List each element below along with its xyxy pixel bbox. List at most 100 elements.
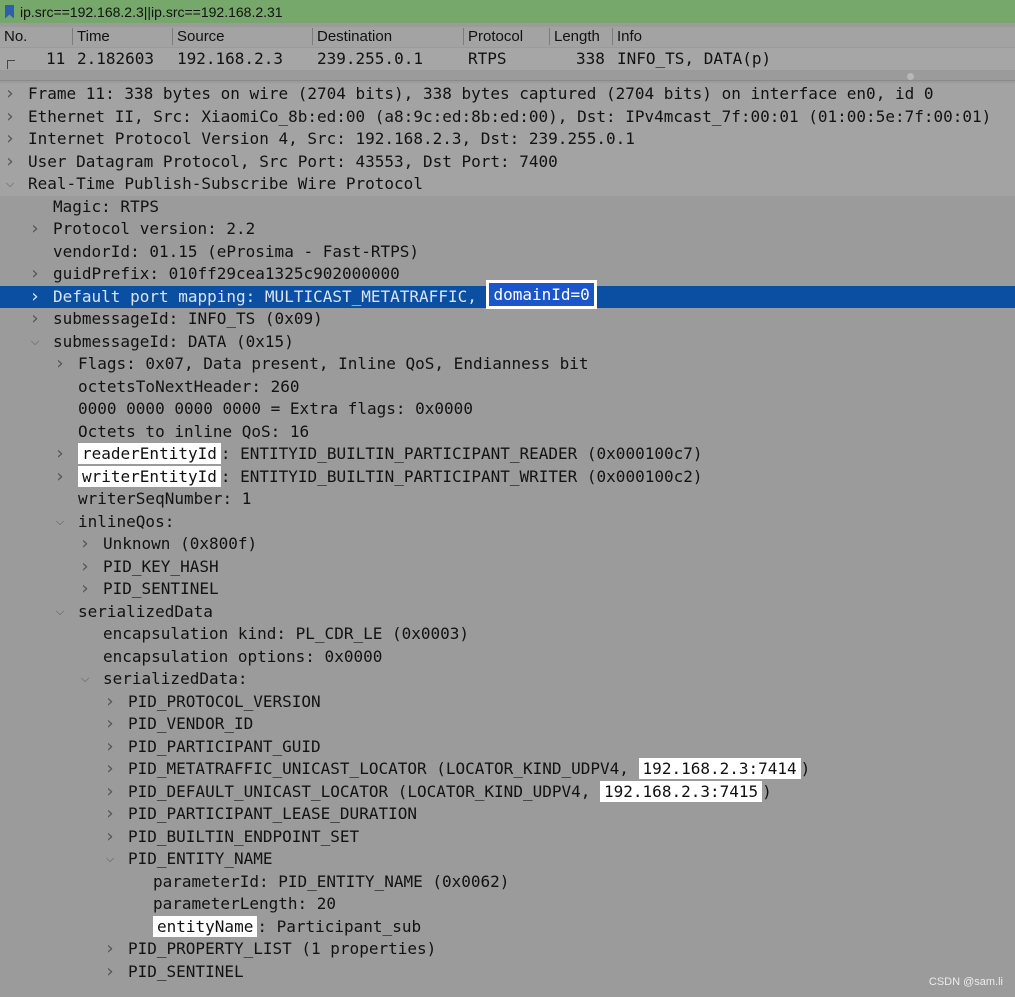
collapsed-arrow-icon[interactable]: › [104,736,116,759]
tree-text: PID_VENDOR_ID [128,714,254,733]
collapsed-arrow-icon[interactable]: › [4,151,16,174]
collapsed-arrow-icon[interactable]: › [79,556,91,579]
tree-item-label: PID_METATRAFFIC_UNICAST_LOCATOR (LOCATOR… [128,758,810,781]
column-time[interactable]: Time [72,28,110,45]
expanded-arrow-icon[interactable]: ⌵ [29,331,41,354]
collapsed-arrow-icon[interactable]: › [104,961,116,984]
tree-item[interactable]: › Unknown (0x800f) [0,533,1015,556]
tree-item[interactable]: ⌵ Real-Time Publish-Subscribe Wire Protoc… [0,173,1015,196]
collapsed-arrow-icon[interactable]: › [4,83,16,106]
tree-item[interactable]: › Flags: 0x07, Data present, Inline QoS, … [0,353,1015,376]
tree-item[interactable]: › PID_PROTOCOL_VERSION [0,691,1015,714]
column-length[interactable]: Length [549,28,600,45]
tree-item[interactable]: › PID_DEFAULT_UNICAST_LOCATOR (LOCATOR_KI… [0,780,1015,804]
tree-item[interactable]: vendorId: 01.15 (eProsima - Fast-RTPS) [0,241,1015,264]
column-destination[interactable]: Destination [312,28,392,45]
tree-text: Ethernet II, Src: XiaomiCo_8b:ed:00 (a8:… [28,106,992,126]
tree-item[interactable]: encapsulation kind: PL_CDR_LE (0x0003) [0,623,1015,646]
tree-item[interactable]: › PID_SENTINEL [0,578,1015,601]
tree-item-label: Real-Time Publish-Subscribe Wire Protoco… [28,173,423,196]
column-no[interactable]: No. [4,28,27,45]
column-info[interactable]: Info [612,28,642,45]
tree-item[interactable]: › PID_METATRAFFIC_UNICAST_LOCATOR (LOCATO… [0,758,1015,781]
tree-item-label: submessageId: INFO_TS (0x09) [53,308,323,331]
bookmark-icon[interactable] [5,4,14,19]
tree-item[interactable]: writerSeqNumber: 1 [0,488,1015,511]
tree-item[interactable]: ⌵ submessageId: DATA (0x15) [0,331,1015,354]
collapsed-arrow-icon[interactable]: › [104,758,116,781]
collapsed-arrow-icon[interactable]: › [54,466,66,489]
tree-item[interactable]: ⌵ serializedData [0,601,1015,624]
packet-list-header: No. Time Source Destination Protocol Len… [0,27,1015,47]
tree-item[interactable]: Octets to inline QoS: 16 [0,421,1015,444]
collapsed-arrow-icon[interactable]: › [79,578,91,601]
tree-text: PID_PROPERTY_LIST (1 properties) [128,939,437,958]
tree-text: writerSeqNumber: 1 [78,489,252,508]
tree-item[interactable]: › Ethernet II, Src: XiaomiCo_8b:ed:00 (a8… [0,105,1015,129]
expanded-arrow-icon[interactable]: ⌵ [54,601,66,624]
tree-text: serializedData: [103,669,248,688]
tree-item[interactable]: encapsulation options: 0x0000 [0,646,1015,669]
tree-item[interactable]: octetsToNextHeader: 260 [0,376,1015,399]
tree-item-selected[interactable]: › Default port mapping: MULTICAST_METATRA… [0,279,1015,309]
tree-item[interactable]: › Internet Protocol Version 4, Src: 192.1… [0,128,1015,151]
collapsed-arrow-icon[interactable]: › [104,826,116,849]
tree-text: PID_ENTITY_NAME [128,849,273,868]
expanded-arrow-icon[interactable]: ⌵ [104,848,116,871]
tree-item[interactable]: › submessageId: INFO_TS (0x09) [0,308,1015,331]
tree-item[interactable]: parameterId: PID_ENTITY_NAME (0x0062) [0,871,1015,894]
collapsed-arrow-icon[interactable]: › [29,286,41,309]
tree-item-label: PID_KEY_HASH [103,556,219,579]
tree-text: Frame 11: 338 bytes on wire (2704 bits),… [28,84,934,103]
collapsed-arrow-icon[interactable]: › [104,713,116,736]
tree-item[interactable]: › PID_VENDOR_ID [0,713,1015,736]
tree-item[interactable]: › PID_SENTINEL [0,961,1015,984]
collapsed-arrow-icon[interactable]: › [29,263,41,286]
collapsed-arrow-icon[interactable]: › [104,691,116,714]
collapsed-arrow-icon[interactable]: › [4,128,16,151]
tree-item-label: Flags: 0x07, Data present, Inline QoS, E… [78,353,589,376]
tree-item[interactable]: ⌵ PID_ENTITY_NAME [0,848,1015,871]
tree-item[interactable]: › PID_PROPERTY_LIST (1 properties) [0,938,1015,961]
tree-item[interactable]: › PID_PARTICIPANT_GUID [0,736,1015,759]
tree-item[interactable]: entityName: Participant_sub [0,915,1015,939]
tree-item[interactable]: ⌵ inlineQos: [0,511,1015,534]
packet-row[interactable]: 11 2.182603 192.168.2.3 239.255.0.1 RTPS… [0,48,1015,70]
collapsed-arrow-icon[interactable]: › [54,443,66,466]
expanded-arrow-icon[interactable]: ⌵ [79,668,91,691]
column-protocol[interactable]: Protocol [463,28,523,45]
tree-item[interactable]: Magic: RTPS [0,196,1015,219]
collapsed-arrow-icon[interactable]: › [4,106,16,129]
tree-text: ) [800,759,811,778]
tree-item[interactable]: › PID_PARTICIPANT_LEASE_DURATION [0,803,1015,826]
expanded-arrow-icon[interactable]: ⌵ [54,511,66,534]
tree-text: PID_SENTINEL [128,961,244,981]
tree-item[interactable]: › PID_BUILTIN_ENDPOINT_SET [0,826,1015,849]
tree-item[interactable]: › PID_KEY_HASH [0,556,1015,579]
pane-divider[interactable] [0,80,1015,81]
collapsed-arrow-icon[interactable]: › [29,308,41,331]
collapsed-arrow-icon[interactable]: › [104,938,116,961]
packet-time: 2.182603 [77,49,155,68]
tree-text: Flags: 0x07, Data present, Inline QoS, E… [78,354,589,373]
collapsed-arrow-icon[interactable]: › [54,353,66,376]
tree-item[interactable]: › writerEntityId: ENTITYID_BUILTIN_PARTIC… [0,465,1015,489]
expanded-arrow-icon[interactable]: ⌵ [4,173,16,196]
collapsed-arrow-icon[interactable]: › [29,218,41,241]
tree-item-label: PID_VENDOR_ID [128,713,253,736]
pane-splitter-handle[interactable] [907,73,914,80]
tree-item[interactable]: › User Datagram Protocol, Src Port: 43553… [0,150,1015,174]
column-source[interactable]: Source [172,28,225,45]
tree-item[interactable]: ⌵ serializedData: [0,668,1015,691]
collapsed-arrow-icon[interactable]: › [104,781,116,804]
collapsed-arrow-icon[interactable]: › [79,533,91,556]
display-filter-input[interactable] [20,3,920,20]
collapsed-arrow-icon[interactable]: › [104,803,116,826]
tree-item[interactable]: › readerEntityId: ENTITYID_BUILTIN_PARTIC… [0,443,1015,466]
tree-item[interactable]: 0000 0000 0000 0000 = Extra flags: 0x000… [0,398,1015,421]
tree-item[interactable]: › Frame 11: 338 bytes on wire (2704 bits)… [0,83,1015,106]
packet-protocol: RTPS [468,49,507,68]
tree-item[interactable]: › Protocol version: 2.2 [0,218,1015,241]
tree-item[interactable]: parameterLength: 20 [0,893,1015,916]
tree-text: PID_KEY_HASH [103,556,219,576]
